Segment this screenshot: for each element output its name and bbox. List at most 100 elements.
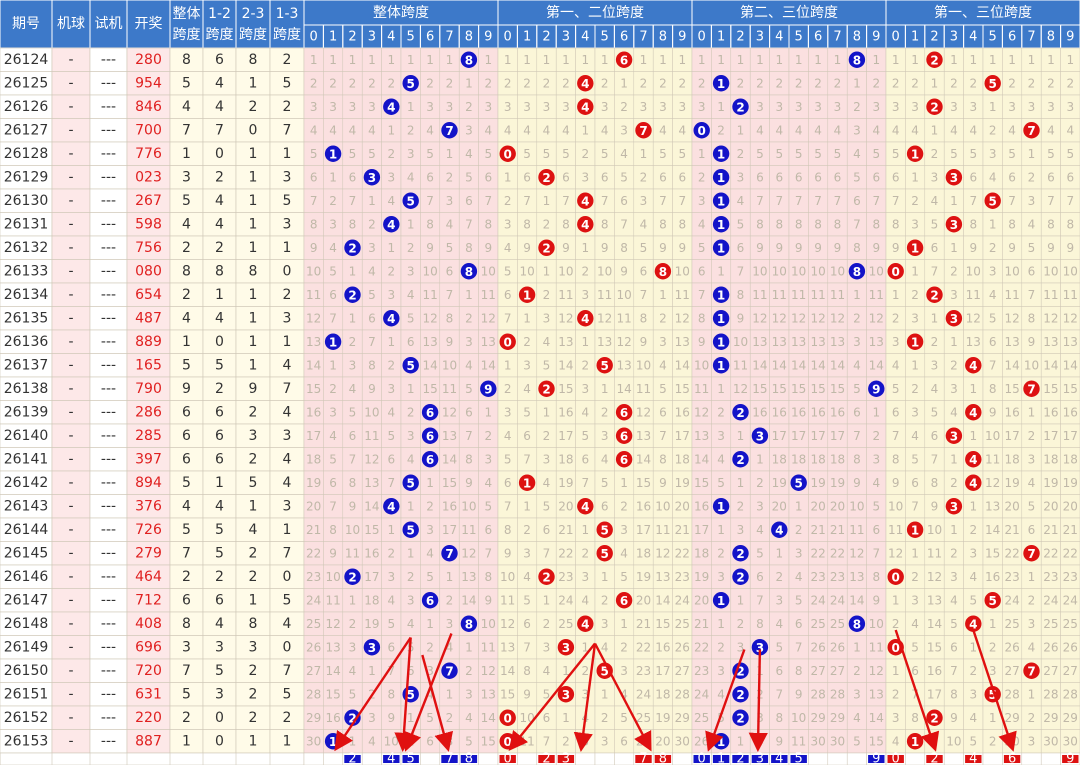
miss-count-span-23: 2 [756, 76, 764, 90]
cell-span-23: 1 [249, 75, 258, 91]
miss-count-span-12: 13 [616, 358, 631, 372]
miss-count-span-13: 2 [1028, 170, 1036, 184]
miss-count-span-23: 1 [814, 53, 822, 67]
miss-count-span-23: 15 [810, 382, 825, 396]
miss-count-span-12: 7 [581, 476, 589, 490]
miss-count-span-23: 16 [694, 499, 709, 513]
miss-count-span-13: 8 [1066, 217, 1074, 231]
miss-count-span-12: 16 [558, 405, 573, 419]
ball-number-span-12: 4 [581, 218, 589, 232]
cell-period: 26129 [4, 169, 49, 185]
miss-count-total-span: 11 [461, 523, 476, 537]
cell-span-12: 6 [215, 428, 224, 444]
miss-count-span-13: 5 [931, 405, 939, 419]
ball-number-span-23: 2 [736, 406, 744, 420]
miss-count-span-13: 7 [1028, 288, 1036, 302]
cell-test: --- [101, 310, 116, 326]
cell-span-13: 1 [283, 733, 292, 749]
cell-span-12: 6 [215, 52, 224, 68]
miss-count-total-span: 8 [446, 311, 454, 325]
miss-count-total-span: 11 [345, 546, 360, 560]
miss-count-span-23: 13 [694, 429, 709, 443]
miss-count-span-12: 2 [620, 100, 628, 114]
cell-span-23: 1 [249, 240, 258, 256]
miss-count-total-span: 4 [329, 429, 337, 443]
miss-count-span-13: 4 [969, 123, 977, 137]
cell-span-13: 2 [283, 710, 292, 726]
miss-count-span-13: 22 [1043, 546, 1058, 560]
cell-draw: 464 [135, 569, 162, 585]
miss-count-span-13: 3 [950, 382, 958, 396]
miss-count-span-12: 4 [601, 452, 609, 466]
miss-count-span-13: 16 [1043, 405, 1058, 419]
cell-span-23: 4 [249, 522, 258, 538]
miss-count-span-13: 12 [966, 311, 981, 325]
miss-count-span-13: 14 [985, 523, 1000, 537]
cell-span-13: 4 [283, 475, 292, 491]
miss-count-span-12: 6 [562, 170, 570, 184]
cell-machine: - [68, 193, 73, 209]
group-title-total-span: 整体跨度 [373, 5, 429, 21]
miss-count-span-23: 2 [717, 123, 725, 137]
digit-header-span-12-7: 7 [639, 30, 647, 45]
miss-count-total-span: 7 [465, 217, 473, 231]
miss-count-span-13: 3 [989, 264, 997, 278]
miss-count-span-23: 7 [795, 640, 803, 654]
miss-count-total-span: 1 [387, 123, 395, 137]
miss-count-span-13: 1 [1028, 405, 1036, 419]
miss-count-span-13: 9 [1028, 335, 1036, 349]
miss-count-total-span: 23 [306, 570, 321, 584]
miss-count-span-13: 5 [950, 617, 958, 631]
ball-number-span-12: 4 [581, 500, 589, 514]
digit-header-span-23-6: 6 [814, 30, 822, 45]
miss-count-total-span: 9 [484, 593, 492, 607]
miss-count-total-span: 18 [364, 593, 379, 607]
miss-count-span-23: 9 [872, 593, 880, 607]
cell-machine: - [68, 616, 73, 632]
miss-count-span-12: 5 [543, 147, 551, 161]
miss-count-total-span: 4 [368, 734, 376, 748]
miss-count-span-12: 9 [523, 687, 531, 701]
miss-count-span-13: 9 [892, 476, 900, 490]
miss-count-span-23: 30 [830, 734, 845, 748]
ball-number-span-12: 2 [542, 241, 550, 255]
miss-count-span-23: 15 [869, 734, 884, 748]
ball-number-span-13: 1 [911, 147, 919, 161]
cell-total-span: 6 [182, 428, 191, 444]
miss-count-span-23: 30 [810, 734, 825, 748]
miss-count-span-13: 2 [969, 664, 977, 678]
miss-count-span-13: 1 [989, 217, 997, 231]
ball-number-total-span: 4 [387, 500, 395, 514]
miss-count-total-span: 11 [325, 593, 340, 607]
miss-count-span-12: 7 [543, 546, 551, 560]
miss-count-span-12: 5 [581, 429, 589, 443]
miss-count-total-span: 5 [329, 452, 337, 466]
miss-count-span-23: 2 [698, 170, 706, 184]
miss-count-span-12: 10 [636, 358, 651, 372]
cell-draw: 280 [135, 52, 162, 68]
miss-count-total-span: 6 [349, 429, 357, 443]
miss-count-total-span: 5 [368, 147, 376, 161]
miss-count-span-12: 23 [675, 570, 690, 584]
miss-count-total-span: 3 [484, 100, 492, 114]
miss-count-total-span: 25 [306, 617, 321, 631]
miss-count-total-span: 5 [310, 147, 318, 161]
miss-count-span-13: 14 [1043, 358, 1058, 372]
cell-span-13: 7 [283, 663, 292, 679]
miss-count-span-23: 8 [795, 217, 803, 231]
miss-count-total-span: 2 [426, 499, 434, 513]
miss-count-span-13: 7 [1047, 194, 1055, 208]
miss-count-total-span: 8 [465, 241, 473, 255]
miss-count-span-13: 13 [1043, 335, 1058, 349]
miss-count-span-23: 12 [733, 382, 748, 396]
ball-number-span-23: 1 [717, 241, 725, 255]
ball-number-span-23: 2 [736, 711, 744, 725]
miss-count-span-23: 3 [737, 523, 745, 537]
cell-total-span: 6 [182, 451, 191, 467]
prediction-number-span-13: 0 [892, 752, 900, 765]
miss-count-span-13: 3 [1008, 100, 1016, 114]
miss-count-span-12: 14 [675, 358, 690, 372]
digit-header-span-23-1: 1 [717, 30, 725, 45]
miss-count-span-13: 9 [989, 405, 997, 419]
miss-count-span-13: 11 [1063, 288, 1078, 302]
